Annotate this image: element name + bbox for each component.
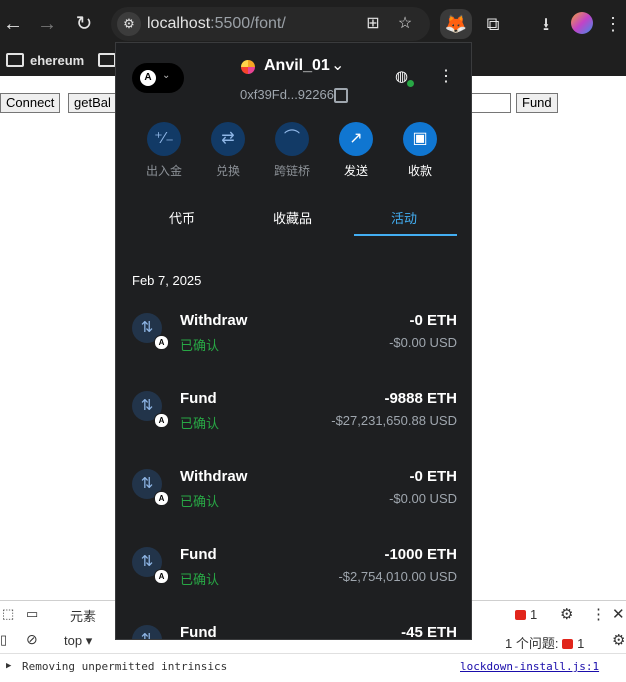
tab-activity[interactable]: 活动 <box>391 208 417 227</box>
transaction-amount: -0 ETH <box>409 312 457 329</box>
action-label: 发送 <box>343 164 368 178</box>
console-source-link[interactable]: lockdown-install.js:1 <box>460 660 599 673</box>
metamask-popup: A ⌄ Anvil_01 ⌄ 0xf39Fd...92266 ◍ ⋮ ⁺∕₋ 出… <box>115 42 472 640</box>
error-icon <box>515 610 526 620</box>
devtools-menu-icon[interactable]: ⋮ <box>591 605 606 623</box>
metamask-extension-icon[interactable]: 🦊 <box>440 9 472 39</box>
tab-nfts[interactable]: 收藏品 <box>273 208 312 227</box>
sidebar-toggle-icon[interactable]: ▯ <box>0 632 7 648</box>
transaction-title: Withdraw <box>180 312 248 329</box>
device-toolbar-icon[interactable]: ▭ <box>26 606 38 622</box>
transaction-status: 已确认 <box>180 494 220 509</box>
receive-icon: ▣ <box>403 122 437 156</box>
action-label: 兑换 <box>215 164 240 178</box>
account-badge-icon: A <box>154 335 169 350</box>
bookmark-star-icon[interactable]: ☆ <box>395 14 415 34</box>
issue-error-icon <box>562 639 574 649</box>
action-buy-sell[interactable]: ⁺∕₋ 出入金 <box>136 122 192 179</box>
inspect-element-icon[interactable]: ⬚ <box>2 606 14 622</box>
bridge-icon: ⌒ <box>275 122 309 156</box>
context-select[interactable]: top ▾ <box>64 633 92 649</box>
clear-console-icon[interactable]: ⊘ <box>26 631 38 648</box>
transaction-row[interactable]: ⇅ A Withdraw 已确认 -0 ETH -$0.00 USD <box>116 309 471 369</box>
tab-tokens[interactable]: 代币 <box>169 208 195 227</box>
transaction-status: 已确认 <box>180 416 220 431</box>
bookmark-folder[interactable]: ehereum <box>6 53 84 68</box>
console-settings-icon[interactable]: ⚙ <box>612 631 625 649</box>
network-icon <box>241 60 255 74</box>
account-badge-icon: A <box>154 491 169 506</box>
issues-counter[interactable]: 1 个问题: 1 <box>505 633 584 652</box>
settings-gear-icon[interactable]: ⚙ <box>560 605 573 623</box>
action-label: 收款 <box>407 164 432 178</box>
transaction-title: Fund <box>180 624 217 640</box>
transaction-amount: -0 ETH <box>409 468 457 485</box>
send-icon: ↗ <box>339 122 373 156</box>
url-text[interactable]: localhost:5500/font/ <box>147 15 286 33</box>
transaction-title: Fund <box>180 546 217 563</box>
transaction-amount: -45 ETH <box>401 624 457 640</box>
action-label: 出入金 <box>145 164 182 178</box>
account-badge-icon: A <box>154 569 169 584</box>
chevron-down-icon: ⌄ <box>162 70 171 81</box>
connection-status-dot <box>407 80 414 87</box>
getbalance-button[interactable]: getBal <box>68 93 117 113</box>
action-bridge[interactable]: ⌒ 跨链桥 <box>264 122 320 179</box>
transaction-row[interactable]: ⇅ Fund -45 ETH <box>116 621 471 640</box>
action-receive[interactable]: ▣ 收款 <box>392 122 448 179</box>
account-picker[interactable]: A ⌄ <box>132 63 184 93</box>
swap-icon: ⇄ <box>211 122 245 156</box>
transaction-title: Withdraw <box>180 468 248 485</box>
action-label: 跨链桥 <box>273 164 310 178</box>
console-message: Removing unpermitted intrinsics <box>22 660 228 673</box>
close-icon[interactable]: ✕ <box>612 605 625 623</box>
site-info-icon[interactable]: ⚙ <box>117 12 141 36</box>
account-name[interactable]: Anvil_01 <box>264 57 330 75</box>
fund-button[interactable]: Fund <box>516 93 558 113</box>
profile-avatar[interactable] <box>571 12 593 34</box>
account-avatar: A <box>140 70 156 86</box>
address-bar[interactable]: ⚙ localhost:5500/font/ ⊞ ☆ <box>111 7 430 41</box>
transaction-fiat: -$2,754,010.00 USD <box>338 569 457 584</box>
account-address[interactable]: 0xf39Fd...92266 <box>240 87 334 102</box>
activity-date: Feb 7, 2025 <box>132 273 202 288</box>
options-menu-icon[interactable]: ⋮ <box>438 69 454 85</box>
plus-minus-icon: ⁺∕₋ <box>147 122 181 156</box>
transaction-row[interactable]: ⇅ A Fund 已确认 -1000 ETH -$2,754,010.00 US… <box>116 543 471 603</box>
transaction-fiat: -$0.00 USD <box>389 335 457 350</box>
download-icon[interactable]: ⭳ <box>533 11 559 37</box>
transaction-row[interactable]: ⇅ A Fund 已确认 -9888 ETH -$27,231,650.88 U… <box>116 387 471 447</box>
connect-button[interactable]: Connect <box>0 93 61 113</box>
transaction-title: Fund <box>180 390 217 407</box>
back-icon[interactable]: ← <box>0 11 26 37</box>
copy-icon[interactable] <box>334 88 348 103</box>
translate-icon[interactable]: ⊞ <box>363 14 383 34</box>
folder-icon <box>6 53 24 67</box>
extensions-puzzle-icon[interactable]: ⧉ <box>480 11 506 37</box>
expand-triangle-icon[interactable]: ▶ <box>6 661 11 671</box>
error-count-badge[interactable]: 1 <box>515 607 537 622</box>
console-message-row: ▶ Removing unpermitted intrinsics lockdo… <box>0 654 626 680</box>
fund-amount-input[interactable] <box>471 93 511 113</box>
action-send[interactable]: ↗ 发送 <box>328 122 384 179</box>
transaction-amount: -9888 ETH <box>384 390 457 407</box>
active-tab-indicator <box>354 234 457 236</box>
browser-toolbar: ← → ↻ ⚙ localhost:5500/font/ ⊞ ☆ 🦊 ⧉ ⭳ ⋮ <box>0 0 626 48</box>
transaction-status: 已确认 <box>180 338 220 353</box>
account-badge-icon: A <box>154 413 169 428</box>
reload-icon[interactable]: ↻ <box>71 11 97 37</box>
transaction-fiat: -$27,231,650.88 USD <box>331 413 457 428</box>
forward-icon[interactable]: → <box>34 11 60 37</box>
transaction-fiat: -$0.00 USD <box>389 491 457 506</box>
folder-icon <box>98 53 116 67</box>
transaction-row[interactable]: ⇅ A Withdraw 已确认 -0 ETH -$0.00 USD <box>116 465 471 525</box>
tab-elements[interactable]: 元素 <box>70 606 96 625</box>
transaction-status: 已确认 <box>180 572 220 587</box>
transaction-icon: ⇅ <box>132 625 162 639</box>
transaction-amount: -1000 ETH <box>384 546 457 563</box>
action-swap[interactable]: ⇄ 兑换 <box>200 122 256 179</box>
account-chevron-icon[interactable]: ⌄ <box>331 55 344 75</box>
browser-menu-icon[interactable]: ⋮ <box>600 11 626 37</box>
